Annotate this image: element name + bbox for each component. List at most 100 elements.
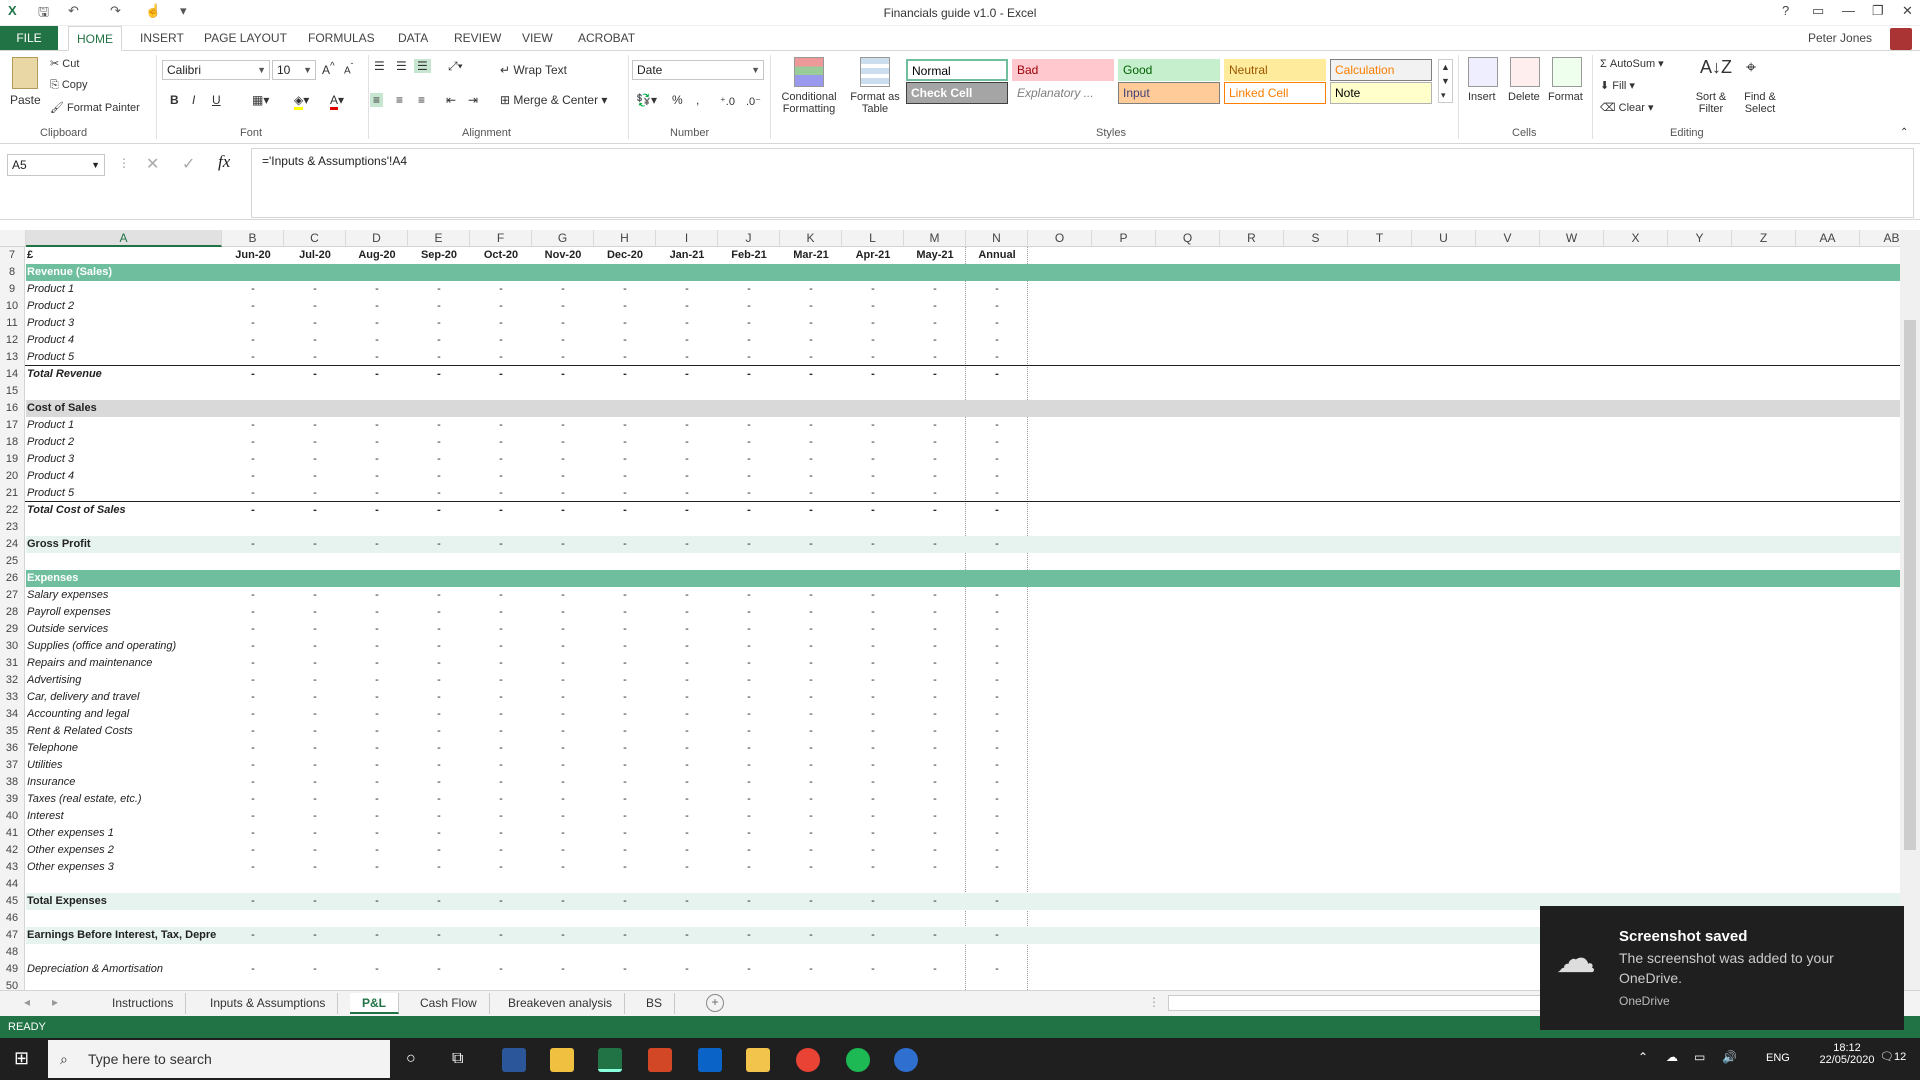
month-header[interactable]: Apr-21 bbox=[842, 247, 904, 264]
cell-value[interactable]: - bbox=[470, 825, 532, 842]
cell-style-6[interactable]: Explanatory ... bbox=[1012, 82, 1114, 104]
sheet-tab[interactable]: Breakeven analysis bbox=[496, 993, 626, 1014]
row-label[interactable]: Rent & Related Costs bbox=[27, 723, 222, 740]
cell-value[interactable]: - bbox=[780, 468, 842, 485]
row-number[interactable]: 28 bbox=[0, 604, 25, 621]
cell-value[interactable]: - bbox=[594, 451, 656, 468]
cell-value[interactable]: - bbox=[780, 621, 842, 638]
month-header[interactable]: Jul-20 bbox=[284, 247, 346, 264]
row-number[interactable]: 19 bbox=[0, 451, 25, 468]
cell-value[interactable]: - bbox=[346, 349, 408, 366]
cell-value[interactable]: - bbox=[594, 621, 656, 638]
cell-value[interactable]: - bbox=[966, 587, 1028, 604]
cell-value[interactable]: - bbox=[842, 468, 904, 485]
column-header-R[interactable]: R bbox=[1220, 230, 1284, 247]
cell-value[interactable]: - bbox=[904, 638, 966, 655]
row-label[interactable]: Taxes (real estate, etc.) bbox=[27, 791, 222, 808]
cell-value[interactable]: - bbox=[842, 366, 904, 383]
row-number[interactable]: 34 bbox=[0, 706, 25, 723]
cell-value[interactable]: - bbox=[222, 434, 284, 451]
cell-value[interactable]: - bbox=[904, 434, 966, 451]
cell-value[interactable]: - bbox=[284, 757, 346, 774]
cell-value[interactable]: - bbox=[532, 723, 594, 740]
cell-value[interactable]: - bbox=[284, 587, 346, 604]
column-header-D[interactable]: D bbox=[346, 230, 408, 247]
cell-value[interactable]: - bbox=[470, 502, 532, 519]
cell-value[interactable]: - bbox=[594, 825, 656, 842]
cell-value[interactable]: - bbox=[718, 315, 780, 332]
row-label[interactable]: Earnings Before Interest, Tax, Depre bbox=[27, 927, 222, 944]
cell-value[interactable]: - bbox=[532, 468, 594, 485]
row-label[interactable]: Advertising bbox=[27, 672, 222, 689]
cell-value[interactable]: - bbox=[470, 349, 532, 366]
cell-value[interactable]: - bbox=[718, 893, 780, 910]
cell-value[interactable]: - bbox=[346, 298, 408, 315]
row-number[interactable]: 49 bbox=[0, 961, 25, 978]
copy-button[interactable]: ⎘ Copy bbox=[50, 79, 88, 92]
cell-value[interactable]: - bbox=[470, 315, 532, 332]
tab-page-layout[interactable]: PAGE LAYOUT bbox=[196, 30, 295, 51]
cell-value[interactable]: - bbox=[842, 621, 904, 638]
cell-value[interactable]: - bbox=[656, 757, 718, 774]
cell-value[interactable]: - bbox=[222, 485, 284, 502]
cell-value[interactable]: - bbox=[656, 961, 718, 978]
cell-value[interactable]: - bbox=[718, 808, 780, 825]
underline-button[interactable]: U bbox=[212, 93, 221, 107]
cell-value[interactable]: - bbox=[346, 417, 408, 434]
cell-value[interactable]: - bbox=[470, 604, 532, 621]
align-bottom-icon[interactable]: ☰ bbox=[414, 59, 431, 73]
vertical-scrollbar[interactable] bbox=[1900, 230, 1920, 990]
cell-value[interactable]: - bbox=[222, 604, 284, 621]
cell-value[interactable]: - bbox=[904, 451, 966, 468]
cell-value[interactable]: - bbox=[532, 842, 594, 859]
cell-value[interactable]: - bbox=[222, 349, 284, 366]
cell-value[interactable]: - bbox=[408, 315, 470, 332]
cell-value[interactable]: - bbox=[966, 689, 1028, 706]
row-number[interactable]: 40 bbox=[0, 808, 25, 825]
cell-value[interactable]: - bbox=[408, 723, 470, 740]
cell-value[interactable]: - bbox=[222, 332, 284, 349]
tab-formulas[interactable]: FORMULAS bbox=[300, 30, 383, 51]
cell-value[interactable]: - bbox=[780, 281, 842, 298]
row-label[interactable]: Insurance bbox=[27, 774, 222, 791]
tab-review[interactable]: REVIEW bbox=[446, 30, 509, 51]
cell-value[interactable]: - bbox=[408, 298, 470, 315]
cell-value[interactable]: - bbox=[842, 502, 904, 519]
cell-value[interactable]: - bbox=[408, 927, 470, 944]
row-label[interactable] bbox=[27, 519, 222, 536]
cell-value[interactable]: - bbox=[594, 723, 656, 740]
cell-value[interactable]: - bbox=[656, 893, 718, 910]
cell-value[interactable]: - bbox=[966, 366, 1028, 383]
cell-value[interactable]: - bbox=[656, 689, 718, 706]
cell-value[interactable]: - bbox=[408, 587, 470, 604]
cell-value[interactable]: - bbox=[904, 315, 966, 332]
cell-value[interactable]: - bbox=[594, 808, 656, 825]
row-number[interactable]: 30 bbox=[0, 638, 25, 655]
decrease-decimal-icon[interactable]: .0⁻ bbox=[746, 95, 761, 108]
row-number[interactable]: 18 bbox=[0, 434, 25, 451]
cell-value[interactable]: - bbox=[532, 774, 594, 791]
cell-value[interactable]: - bbox=[408, 740, 470, 757]
paste-icon[interactable] bbox=[12, 57, 38, 89]
cell-value[interactable]: - bbox=[780, 502, 842, 519]
cell-value[interactable]: - bbox=[842, 961, 904, 978]
row-number[interactable]: 32 bbox=[0, 672, 25, 689]
language-indicator[interactable]: ENG bbox=[1766, 1052, 1790, 1064]
styles-scroll-icon[interactable]: ▲ ▼ ▾ bbox=[1438, 59, 1453, 103]
cell-value[interactable]: - bbox=[780, 791, 842, 808]
cell-value[interactable]: - bbox=[532, 434, 594, 451]
cell-value[interactable]: - bbox=[532, 706, 594, 723]
cell-value[interactable]: - bbox=[842, 927, 904, 944]
cell-value[interactable]: - bbox=[594, 315, 656, 332]
cell-value[interactable]: - bbox=[904, 485, 966, 502]
cell-style-7[interactable]: Input bbox=[1118, 82, 1220, 104]
row-label[interactable]: Car, delivery and travel bbox=[27, 689, 222, 706]
cell-value[interactable]: - bbox=[718, 417, 780, 434]
month-header[interactable]: Mar-21 bbox=[780, 247, 842, 264]
cell-value[interactable]: - bbox=[470, 808, 532, 825]
row-number[interactable]: 31 bbox=[0, 655, 25, 672]
cell-value[interactable]: - bbox=[470, 961, 532, 978]
cell-value[interactable]: - bbox=[966, 502, 1028, 519]
cell-value[interactable]: - bbox=[904, 587, 966, 604]
cell-value[interactable]: - bbox=[904, 298, 966, 315]
